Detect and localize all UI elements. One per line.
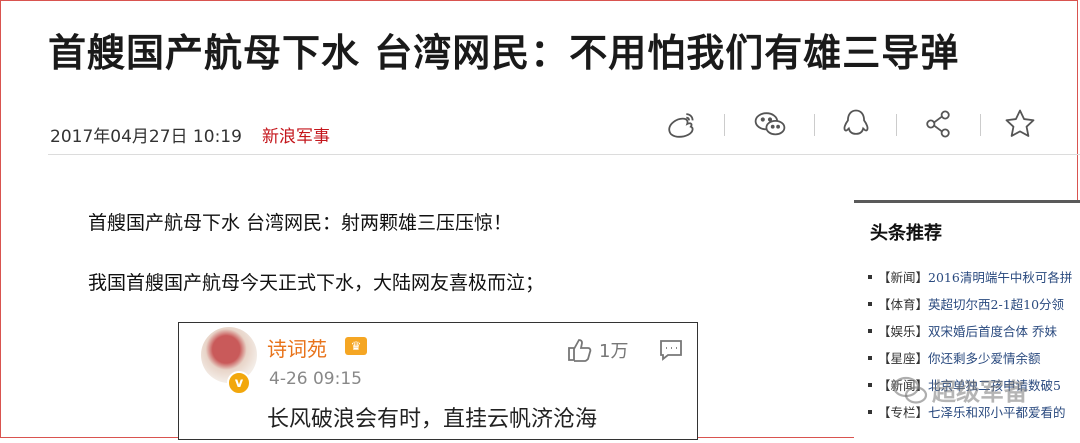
item-link[interactable]: 双宋婚后首度合体 乔妹 [928,321,1057,340]
verified-badge-icon: v [227,371,251,395]
article-source-link[interactable]: 新浪军事 [262,122,330,147]
share-separator [980,114,981,136]
item-link[interactable]: 2016清明端午中秋可各拼 [928,267,1072,286]
qq-icon[interactable] [836,104,876,144]
weibo-icon[interactable] [660,104,700,144]
item-tag: 【新闻】 [878,270,929,285]
thumbs-up-icon [568,339,592,362]
article-paragraph: 我国首艘国产航母今天正式下水，大陆网友喜极而泣； [88,272,545,294]
weibo-post-embed: v 诗词苑 ♛ 1万 4-26 09:15 长风破浪会有时，直挂云帆济沧海 [178,322,698,440]
bullet-icon [868,301,872,306]
comment-icon[interactable] [659,339,683,365]
watermark: 超级军备 [892,372,1028,407]
article-paragraph: 首艘国产航母下水 台湾网民：射两颗雄三压压惊！ [88,212,513,234]
weibo-username[interactable]: 诗词苑 [267,333,327,362]
sidebar-title: 头条推荐 [870,223,942,244]
weibo-timestamp: 4-26 09:15 [269,369,362,389]
weibo-text: 长风破浪会有时，直挂云帆济沧海 [267,407,598,432]
like-count: 1万 [599,341,629,362]
watermark-text: 超级军备 [932,378,1028,406]
list-item[interactable]: 【娱乐】 双宋婚后首度合体 乔妹 [868,317,1072,344]
list-item[interactable]: 【新闻】 2016清明端午中秋可各拼 [868,263,1072,290]
item-tag: 【体育】 [878,297,929,312]
share-separator [896,114,897,136]
share-icon[interactable] [918,104,958,144]
item-tag: 【娱乐】 [878,324,929,339]
article-meta-row: 2017年04月27日 10:19 新浪军事 [48,109,1080,155]
share-separator [724,114,725,136]
list-item[interactable]: 【体育】 英超切尔西2-1超10分领 [868,290,1072,317]
bullet-icon [868,274,872,279]
share-separator [814,114,815,136]
article-headline: 首艘国产航母下水 台湾网民：不用怕我们有雄三导弹 [48,31,960,75]
item-tag: 【星座】 [878,351,929,366]
bullet-icon [868,355,872,360]
bullet-icon [868,409,872,414]
item-link[interactable]: 你还剩多少爱情余额 [928,348,1041,367]
like-button[interactable]: 1万 [567,337,628,363]
article-date: 2017年04月27日 10:19 [50,127,242,147]
list-item[interactable]: 【星座】 你还剩多少爱情余额 [868,344,1072,371]
star-icon[interactable] [1000,104,1040,144]
bullet-icon [868,382,872,387]
crown-icon: ♛ [345,337,367,355]
wechat-watermark-icon [892,376,928,404]
item-link[interactable]: 英超切尔西2-1超10分领 [928,294,1064,313]
wechat-icon[interactable] [750,104,790,144]
bullet-icon [868,328,872,333]
